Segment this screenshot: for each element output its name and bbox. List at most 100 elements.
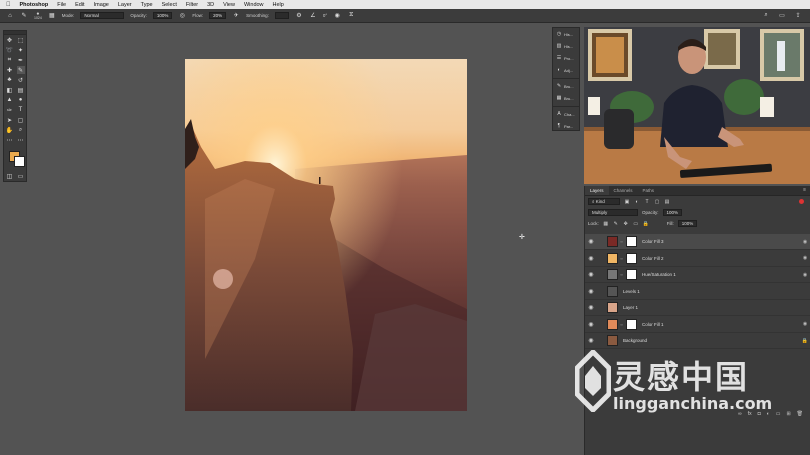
symmetry-icon[interactable]: ⧖ (347, 12, 355, 20)
airbrush-icon[interactable]: ✈ (232, 12, 240, 20)
panel-history-1[interactable]: ◷ His... (553, 28, 579, 40)
healing-brush-icon[interactable]: ✚ (6, 66, 14, 74)
filter-shape-icon[interactable]: ▢ (654, 199, 660, 205)
search-icon[interactable]: ⌕ (762, 12, 770, 20)
smoothing-field[interactable] (274, 12, 289, 19)
tab-channels[interactable]: Channels (609, 186, 638, 195)
edit-toolbar-icon[interactable]: ⋯ (6, 136, 14, 144)
move-tool-icon[interactable]: ✥ (6, 36, 14, 44)
visibility-eye-icon[interactable]: ◉ (585, 238, 597, 245)
brush-tool-icon[interactable]: ✎ (20, 12, 28, 20)
more-tools-icon[interactable]: ⋯ (17, 136, 25, 144)
lock-pixels-icon[interactable]: ✎ (613, 221, 619, 227)
layer-opacity-field[interactable]: 100% (662, 209, 683, 216)
tab-paths[interactable]: Paths (638, 186, 660, 195)
mask-link-icon[interactable]: ∞ (619, 272, 624, 277)
menu-3d[interactable]: 3D (207, 2, 214, 8)
layer-thumbnail[interactable] (607, 302, 618, 313)
background-color-swatch[interactable] (14, 156, 25, 167)
panel-brush-settings[interactable]: ▦ Bru... (553, 92, 579, 104)
layer-mask-thumbnail[interactable] (626, 252, 637, 264)
layer-thumbnail[interactable] (607, 318, 618, 330)
menu-layer[interactable]: Layer (118, 2, 132, 8)
layer-thumbnail[interactable] (607, 236, 618, 247)
layer-mask-thumbnail[interactable] (626, 318, 637, 330)
visibility-eye-icon[interactable]: ◉ (585, 255, 597, 262)
panel-brushes[interactable]: ✎ Bru... (553, 80, 579, 92)
brush-preset-picker[interactable]: ● 1024 (34, 11, 42, 20)
menu-view[interactable]: View (223, 2, 235, 8)
marquee-tool-icon[interactable]: ⬚ (17, 36, 25, 44)
hand-tool-icon[interactable]: ✋ (6, 126, 14, 134)
crop-tool-icon[interactable]: ⌗ (6, 56, 14, 64)
lock-artboard-icon[interactable]: ▭ (633, 221, 639, 227)
lock-transparent-icon[interactable]: ▦ (603, 221, 609, 227)
document-canvas[interactable] (185, 59, 467, 411)
opacity-field[interactable]: 100% (152, 12, 173, 19)
layer-thumbnail[interactable] (607, 252, 618, 264)
mask-link-icon[interactable]: ∞ (619, 239, 624, 244)
home-icon[interactable]: ⌂ (6, 12, 14, 20)
layer-row[interactable]: ◉ ∞ Color Fill 3 ◉ (585, 234, 810, 250)
brush-tool-icon[interactable]: ✎ (16, 66, 25, 74)
lasso-tool-icon[interactable]: ➰ (6, 46, 14, 54)
visibility-eye-icon[interactable]: ◉ (585, 271, 597, 278)
layer-row[interactable]: ◉ Background 🔒 (585, 333, 810, 349)
mask-link-icon[interactable]: ∞ (619, 256, 624, 261)
panel-paragraph[interactable]: ¶ Par... (553, 120, 579, 132)
pen-tool-icon[interactable]: ✑ (6, 106, 14, 114)
panel-histogram[interactable]: ▥ His... (553, 40, 579, 52)
layer-row[interactable]: ◉ Levels 1 (585, 284, 810, 300)
menu-select[interactable]: Select (162, 2, 177, 8)
menu-edit[interactable]: Edit (75, 2, 84, 8)
gradient-tool-icon[interactable]: ▤ (17, 86, 25, 94)
brush-settings-icon[interactable]: ▦ (48, 12, 56, 20)
layer-thumbnail[interactable] (607, 335, 618, 346)
smoothing-options-icon[interactable]: ⚙ (295, 12, 303, 20)
filter-pixel-icon[interactable]: ▣ (624, 199, 630, 205)
path-select-icon[interactable]: ➤ (6, 116, 14, 124)
app-menu[interactable]: Photoshop (20, 2, 49, 8)
blend-mode-select[interactable]: Multiply (588, 209, 638, 216)
mode-select[interactable]: Normal (80, 12, 125, 19)
dodge-tool-icon[interactable]: ● (17, 96, 25, 104)
menu-window[interactable]: Window (244, 2, 264, 8)
panel-menu-icon[interactable]: ≡ (803, 186, 810, 195)
filter-type-icon[interactable]: T (644, 199, 650, 205)
history-brush-icon[interactable]: ↺ (17, 76, 25, 84)
menu-filter[interactable]: Filter (186, 2, 198, 8)
fill-field[interactable]: 100% (677, 220, 698, 227)
eyedropper-icon[interactable]: ✒ (17, 56, 25, 64)
panel-character[interactable]: A Cha... (553, 108, 579, 120)
visibility-eye-icon[interactable]: ◉ (585, 337, 597, 344)
zoom-tool-icon[interactable]: ⌕ (17, 126, 25, 134)
lock-position-icon[interactable]: ✥ (623, 221, 629, 227)
visibility-eye-icon[interactable]: ◉ (585, 288, 597, 295)
mask-link-icon[interactable]: ∞ (619, 322, 624, 327)
eraser-icon[interactable]: ◧ (6, 86, 14, 94)
lock-all-icon[interactable]: 🔒 (643, 221, 649, 227)
angle-value[interactable]: 0° (323, 13, 327, 18)
layer-row[interactable]: ◉ Layer 1 (585, 300, 810, 316)
blur-tool-icon[interactable]: ▲ (6, 96, 14, 104)
layer-row[interactable]: ◉ ∞ Color Fill 2 ◉ (585, 251, 810, 267)
menu-help[interactable]: Help (273, 2, 284, 8)
panel-properties[interactable]: ☰ Pro... (553, 52, 579, 64)
workspace-icon[interactable]: ▭ (778, 12, 786, 20)
apple-icon[interactable]:  (6, 2, 11, 8)
screen-mode-icon[interactable]: ▭ (17, 172, 25, 180)
panel-adjustments[interactable]: ◐ Adj... (553, 64, 579, 76)
type-tool-icon[interactable]: T (17, 106, 25, 114)
visibility-eye-icon[interactable]: ◉ (585, 321, 597, 328)
flow-field[interactable]: 20% (209, 12, 227, 19)
tab-layers[interactable]: Layers (585, 186, 609, 195)
menu-image[interactable]: Image (94, 2, 109, 8)
layer-mask-thumbnail[interactable] (626, 269, 637, 280)
layer-mask-thumbnail[interactable] (626, 236, 637, 247)
share-icon[interactable]: ⇪ (794, 12, 802, 20)
layer-kind-filter[interactable]: ⌕ Kind (588, 198, 620, 205)
visibility-eye-icon[interactable]: ◉ (585, 304, 597, 311)
menu-type[interactable]: Type (141, 2, 153, 8)
layer-thumbnail[interactable] (607, 269, 618, 280)
quick-mask-icon[interactable]: ◫ (6, 172, 14, 180)
